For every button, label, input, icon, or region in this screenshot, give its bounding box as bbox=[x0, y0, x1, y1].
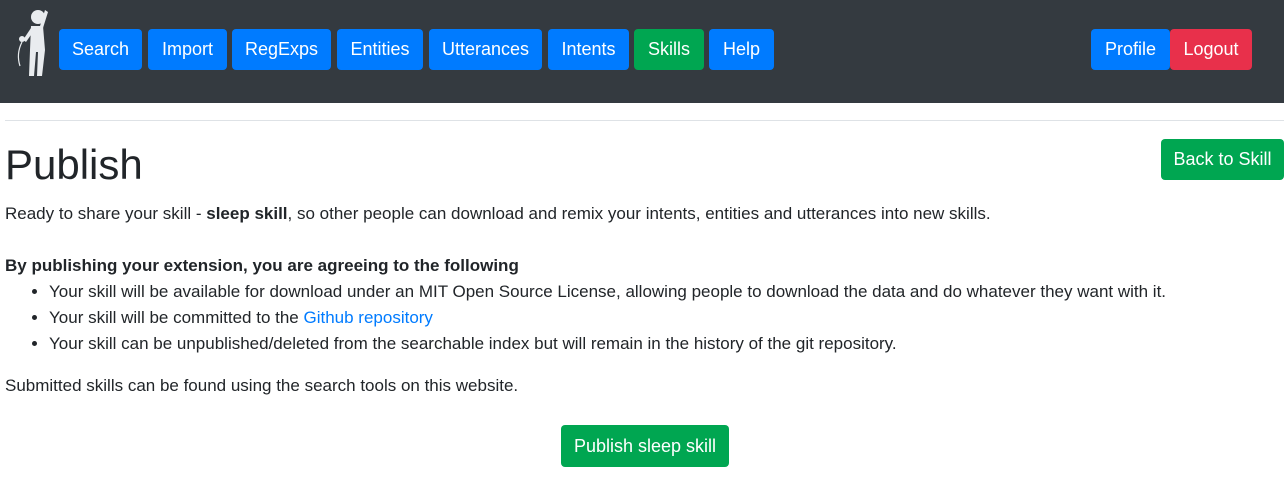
term-repository-text: Your skill will be committed to the bbox=[49, 308, 304, 327]
profile-button[interactable]: Profile bbox=[1091, 29, 1170, 70]
nav-intents-button[interactable]: Intents bbox=[548, 29, 629, 70]
term-repository: Your skill will be committed to the Gith… bbox=[49, 305, 1166, 331]
nav-import-button[interactable]: Import bbox=[148, 29, 227, 70]
back-to-skill-button[interactable]: Back to Skill bbox=[1161, 139, 1284, 180]
agreement-heading: By publishing your extension, you are ag… bbox=[5, 256, 519, 275]
term-license: Your skill will be available for downloa… bbox=[49, 279, 1166, 305]
intro-suffix: , so other people can download and remix… bbox=[287, 204, 991, 223]
github-repository-link[interactable]: Github repository bbox=[303, 308, 432, 327]
intro-text: Ready to share your skill - sleep skill,… bbox=[5, 202, 991, 226]
skill-name: sleep skill bbox=[206, 204, 288, 223]
nav-regexps-button[interactable]: RegExps bbox=[232, 29, 331, 70]
logout-button[interactable]: Logout bbox=[1170, 29, 1252, 70]
nav-entities-button[interactable]: Entities bbox=[337, 29, 423, 70]
intro-prefix: Ready to share your skill - bbox=[5, 204, 207, 223]
nav-utterances-button[interactable]: Utterances bbox=[429, 29, 542, 70]
term-unpublish: Your skill can be unpublished/deleted fr… bbox=[49, 331, 1166, 357]
header-divider bbox=[5, 120, 1284, 121]
singer-with-microphone-icon[interactable] bbox=[12, 6, 50, 78]
page-title: Publish bbox=[5, 141, 143, 188]
nav-help-button[interactable]: Help bbox=[709, 29, 774, 70]
nav-skills-button[interactable]: Skills bbox=[634, 29, 704, 70]
submitted-note: Submitted skills can be found using the … bbox=[5, 376, 519, 395]
terms-list: Your skill will be available for downloa… bbox=[5, 279, 1166, 357]
nav-search-button[interactable]: Search bbox=[59, 29, 142, 70]
publish-skill-button[interactable]: Publish sleep skill bbox=[561, 425, 729, 467]
top-navbar: Search Import RegExps Entities Utterance… bbox=[0, 0, 1284, 103]
